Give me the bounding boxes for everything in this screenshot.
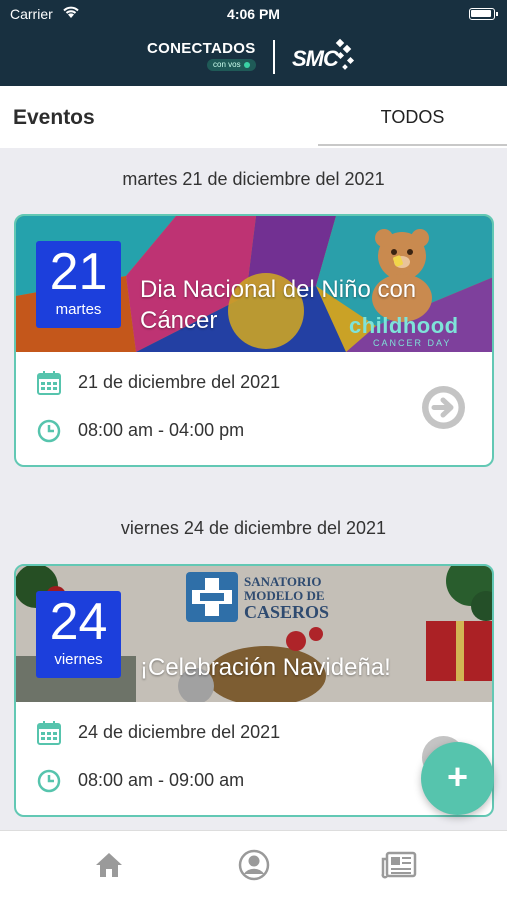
arrow-right-icon [428, 392, 459, 423]
date-badge: 21 martes [36, 241, 121, 328]
conectados-logo: CONECTADOS [147, 40, 256, 57]
weekday-label: martes [55, 301, 102, 318]
profile-icon[interactable] [238, 849, 270, 886]
weekday-label: viernes [54, 651, 103, 668]
calendar-icon [37, 721, 61, 745]
sanatorio-logo-line3: CASEROS [244, 602, 330, 622]
home-icon[interactable] [94, 851, 124, 884]
event-date: 24 de diciembre del 2021 [78, 722, 281, 742]
day-number: 24 [49, 593, 108, 651]
page-title: Eventos [13, 106, 95, 129]
calendar-icon [37, 371, 61, 395]
smc-cross-logo-icon [186, 572, 238, 622]
event-card[interactable]: childhood CANCER DAY 21 martes Dia Nacio… [14, 214, 494, 467]
event-banner: childhood CANCER DAY 21 martes Dia Nacio… [16, 216, 492, 352]
date-heading: martes 21 de diciembre del 2021 [122, 169, 385, 189]
date-badge: 24 viernes [36, 591, 121, 678]
date-heading: viernes 24 de diciembre del 2021 [120, 518, 387, 538]
events-tab-bar: Eventos TODOS [0, 86, 507, 148]
day-number: 21 [49, 243, 108, 301]
event-details: 21 de diciembre del 2021 08:00 am - 04:0… [16, 352, 492, 465]
plus-icon: + [446, 756, 469, 797]
event-time: 08:00 am - 04:00 pm [78, 420, 245, 440]
event-title: ¡Celebración Navideña! [140, 654, 391, 681]
cancer-day-banner-text: CANCER DAY [373, 338, 452, 348]
event-time: 08:00 am - 09:00 am [78, 770, 245, 790]
event-open-button[interactable] [422, 386, 465, 429]
newspaper-icon[interactable] [381, 851, 417, 884]
event-banner: SANATORIO MODELO DE CASEROS 24 viernes ¡… [16, 566, 492, 702]
bottom-nav [0, 830, 507, 900]
status-bar: Carrier 4:06 PM [0, 0, 507, 28]
clock-label: 4:06 PM [227, 6, 280, 22]
tab-todos[interactable]: TODOS [318, 86, 507, 146]
app-header: CONECTADOS con vos SMC [0, 28, 507, 86]
event-title: Dia Nacional del Niño con Cáncer [140, 276, 417, 334]
add-event-button[interactable]: + [421, 742, 494, 815]
logo-divider [273, 40, 275, 74]
battery-icon [469, 8, 498, 20]
smc-logo-mark-icon [331, 38, 361, 83]
clock-icon [37, 769, 61, 793]
event-date: 21 de diciembre del 2021 [78, 372, 281, 392]
clock-icon [37, 419, 61, 443]
con-vos-badge: con vos [207, 59, 256, 71]
